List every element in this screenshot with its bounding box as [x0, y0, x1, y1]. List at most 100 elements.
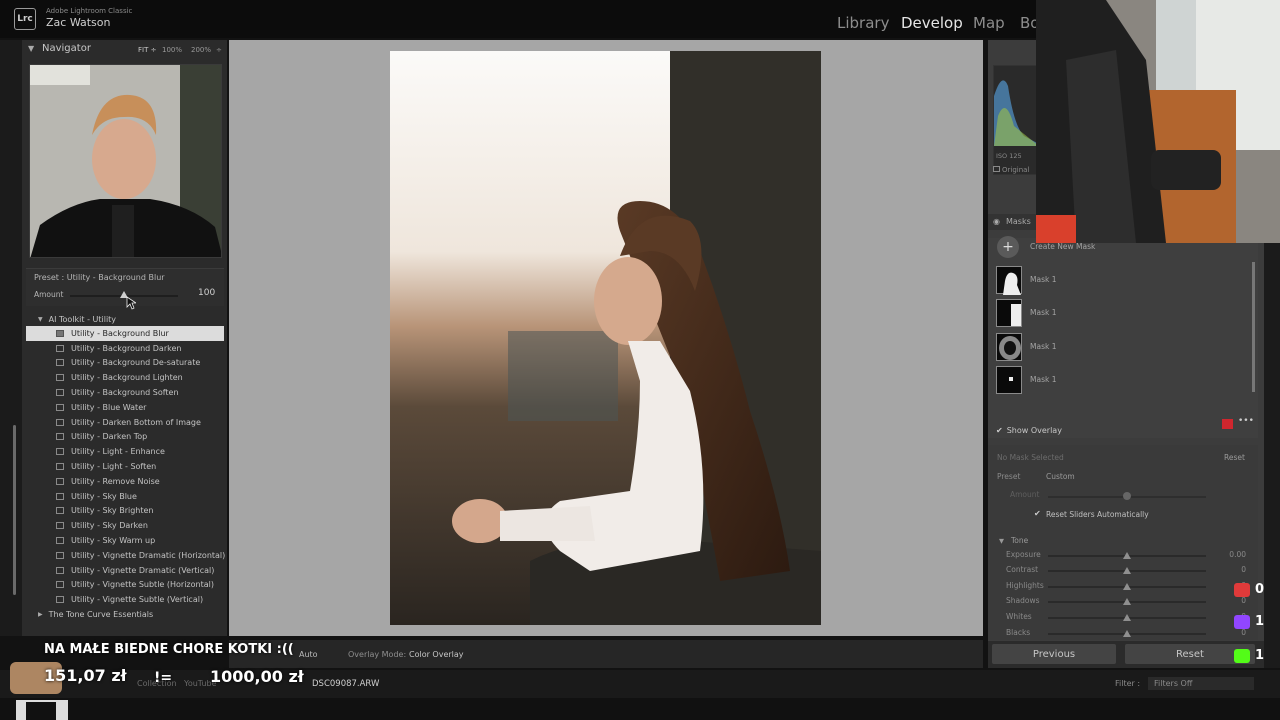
- checkmark-icon[interactable]: ✔: [996, 426, 1003, 435]
- slider-knob[interactable]: [1123, 598, 1131, 605]
- create-new-mask-label[interactable]: Create New Mask: [1030, 242, 1095, 251]
- reset-sliders-label[interactable]: Reset Sliders Automatically: [1046, 510, 1149, 519]
- filmstrip: [0, 698, 1280, 720]
- adjust-reset-button[interactable]: Reset: [1224, 453, 1245, 462]
- original-toggle[interactable]: Original: [993, 166, 1038, 180]
- webcam-image: [1036, 0, 1280, 243]
- preset-item[interactable]: Utility - Background Soften: [26, 385, 224, 400]
- preset-item[interactable]: Utility - Light - Enhance: [26, 444, 224, 459]
- previous-button[interactable]: Previous: [992, 644, 1116, 664]
- preset-item[interactable]: Utility - Background De-saturate: [26, 356, 224, 371]
- preset-item[interactable]: Utility - Background Lighten: [26, 370, 224, 385]
- slider-track[interactable]: [1048, 583, 1206, 590]
- checkmark-icon[interactable]: ✔: [1034, 509, 1041, 518]
- preset-item[interactable]: Utility - Vignette Dramatic (Vertical): [26, 563, 224, 578]
- module-library[interactable]: Library: [837, 14, 889, 32]
- checkbox-icon[interactable]: [993, 166, 1000, 172]
- slider-value[interactable]: 0.00: [1229, 550, 1246, 559]
- slider-knob[interactable]: [1123, 630, 1131, 637]
- adjust-amount-knob[interactable]: [1123, 492, 1131, 500]
- preset-icon: [56, 596, 64, 604]
- mask-item[interactable]: Mask 1: [996, 299, 1256, 327]
- slider-value[interactable]: 0: [1241, 628, 1246, 637]
- preset-label: Utility - Background Blur: [71, 328, 169, 338]
- more-options-icon[interactable]: •••: [1238, 416, 1254, 426]
- preset-icon: [56, 581, 64, 589]
- expand-triangle-icon[interactable]: ▼: [38, 316, 43, 323]
- zoom-more[interactable]: ÷: [216, 46, 222, 54]
- preset-item[interactable]: Utility - Light - Soften: [26, 459, 224, 474]
- slider-track[interactable]: [1048, 614, 1206, 621]
- slider-track[interactable]: [1048, 567, 1206, 574]
- donation-raised: 151,07 zł: [44, 666, 127, 685]
- film-thumbnail[interactable]: [16, 700, 68, 720]
- preset-item[interactable]: Utility - Background Blur: [26, 326, 224, 341]
- preset-item[interactable]: Utility - Remove Noise: [26, 474, 224, 489]
- slider-track[interactable]: [1048, 630, 1206, 637]
- slider-contrast[interactable]: Contrast 0: [996, 563, 1246, 578]
- preset-item[interactable]: Utility - Vignette Subtle (Horizontal): [26, 578, 224, 593]
- slider-exposure[interactable]: Exposure 0.00: [996, 548, 1246, 563]
- mask-item[interactable]: Mask 1: [996, 266, 1256, 295]
- preset-item[interactable]: Utility - Vignette Dramatic (Horizontal): [26, 548, 225, 563]
- mask-thumbnail: [996, 333, 1022, 361]
- left-scrollbar[interactable]: [13, 425, 16, 595]
- main-photo[interactable]: [390, 51, 821, 625]
- add-mask-icon[interactable]: +: [997, 236, 1019, 258]
- zoom-100[interactable]: 100%: [162, 46, 182, 54]
- slider-knob[interactable]: [1123, 552, 1131, 559]
- module-develop[interactable]: Develop: [901, 14, 963, 32]
- slider-shadows[interactable]: Shadows 0: [996, 594, 1246, 609]
- slider-label: Exposure: [1006, 550, 1041, 559]
- adjust-preset-select[interactable]: Custom: [1046, 472, 1075, 481]
- preset-group-header[interactable]: ▼ AI Toolkit - Utility: [26, 312, 224, 326]
- preset-item[interactable]: Utility - Sky Brighten: [26, 504, 224, 519]
- slider-value[interactable]: 0: [1241, 596, 1246, 605]
- slider-value[interactable]: 0: [1241, 565, 1246, 574]
- slider-track[interactable]: [1048, 552, 1206, 559]
- preset-item[interactable]: Utility - Background Darken: [26, 341, 224, 356]
- adjust-amount-label: Amount: [1010, 490, 1040, 499]
- collapse-triangle-icon[interactable]: ▼: [28, 44, 34, 53]
- auto-button[interactable]: Auto: [299, 650, 318, 659]
- preset-icon: [56, 448, 64, 456]
- navigator-preview[interactable]: [29, 64, 222, 258]
- preset-item[interactable]: Utility - Blue Water: [26, 400, 224, 415]
- slider-blacks[interactable]: Blacks 0: [996, 626, 1246, 641]
- overlay-color-swatch[interactable]: [1222, 419, 1233, 429]
- module-map[interactable]: Map: [973, 14, 1005, 32]
- preset-label: Utility - Remove Noise: [71, 476, 160, 486]
- preset-item[interactable]: Utility - Vignette Subtle (Vertical): [26, 592, 224, 607]
- preset-label: Utility - Vignette Subtle (Horizontal): [71, 580, 214, 590]
- slider-knob[interactable]: [1123, 614, 1131, 621]
- masks-scrollbar[interactable]: [1252, 262, 1255, 392]
- slider-knob[interactable]: [1123, 567, 1131, 574]
- preset-item[interactable]: Utility - Darken Top: [26, 430, 224, 445]
- zoom-200[interactable]: 200%: [191, 46, 211, 54]
- collapsed-triangle-icon[interactable]: ▶: [38, 611, 43, 618]
- slider-track[interactable]: [1048, 598, 1206, 605]
- mask-item[interactable]: Mask 1: [996, 366, 1256, 394]
- zoom-fit[interactable]: FIT ÷: [138, 46, 156, 54]
- preset-item[interactable]: Utility - Sky Darken: [26, 518, 224, 533]
- mask-item[interactable]: Mask 1: [996, 333, 1256, 361]
- amount-value[interactable]: 100: [198, 288, 215, 298]
- eye-icon[interactable]: ◉: [993, 217, 1000, 226]
- show-overlay-row[interactable]: ✔ Show Overlay •••: [996, 416, 1256, 435]
- preset-group-collapsed[interactable]: ▶ The Tone Curve Essentials: [26, 607, 224, 622]
- slider-highlights[interactable]: Highlights0: [996, 579, 1246, 594]
- slider-knob[interactable]: [1123, 583, 1131, 590]
- slider-label: Highlights: [1006, 581, 1044, 590]
- preset-icon: [56, 507, 64, 515]
- filter-select[interactable]: Filters Off: [1148, 677, 1254, 690]
- navigator-header[interactable]: ▼ Navigator FIT ÷ 100% 200% ÷: [26, 42, 224, 58]
- preset-item[interactable]: Utility - Sky Warm up: [26, 533, 224, 548]
- slider-whites[interactable]: Whites0: [996, 610, 1246, 625]
- tone-collapse-icon[interactable]: ▼: [999, 537, 1004, 545]
- navigator-title: Navigator: [42, 43, 91, 54]
- filename-label[interactable]: DSC09087.ARW: [312, 679, 379, 689]
- preset-label: Preset : Utility - Background Blur: [34, 273, 165, 282]
- overlay-mode-select[interactable]: Color Overlay: [409, 650, 464, 659]
- preset-item[interactable]: Utility - Sky Blue: [26, 489, 224, 504]
- preset-item[interactable]: Utility - Darken Bottom of Image: [26, 415, 224, 430]
